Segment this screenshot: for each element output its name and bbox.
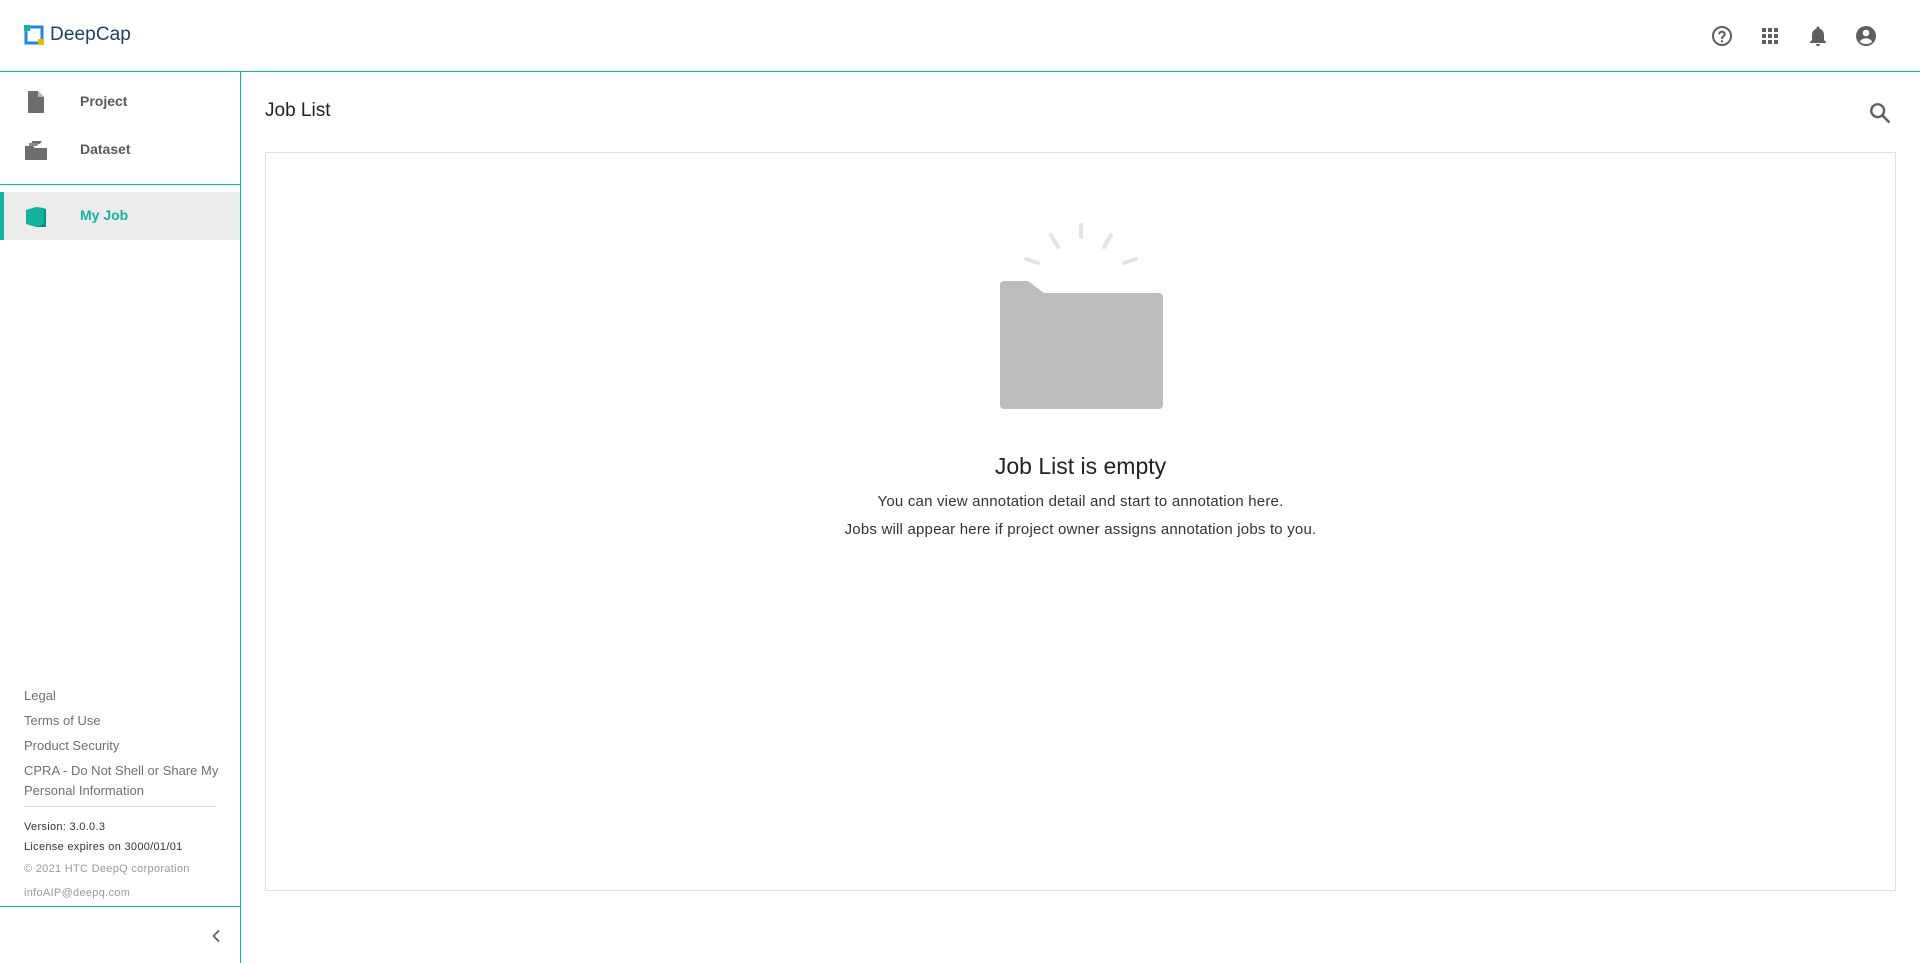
sidebar-item-label: My Job [80, 207, 129, 223]
sidebar-item-dataset[interactable]: Dataset [0, 126, 240, 174]
help-button[interactable] [1708, 22, 1736, 50]
empty-state-title: Job List is empty [994, 453, 1167, 479]
product-security-link[interactable]: Product Security [24, 736, 220, 756]
legal-link[interactable]: Legal [24, 686, 220, 706]
bell-icon [1810, 26, 1826, 46]
job-list-panel: Job List is empty You can view annotatio… [265, 152, 1896, 891]
sidebar-footer: Legal Terms of Use Product Security CPRA… [24, 686, 220, 905]
version-text: Version: 3.0.0.3 [24, 821, 106, 833]
search-icon [1870, 103, 1891, 124]
dataset-folder-icon [25, 141, 47, 160]
collapse-divider [0, 906, 240, 907]
apps-button[interactable] [1756, 22, 1784, 50]
empty-state-description: You can view annotation detail and start… [877, 493, 1284, 510]
account-icon [1856, 26, 1876, 46]
page-title: Job List [265, 100, 331, 121]
chevron-left-icon [212, 930, 220, 942]
app-name: DeepCap [50, 24, 131, 45]
account-button[interactable] [1852, 22, 1880, 50]
deepcap-logo-icon [24, 25, 44, 45]
sidebar-item-project[interactable]: Project [0, 78, 240, 126]
sidebar-item-label: Dataset [80, 141, 131, 157]
empty-state-hint: Jobs will appear here if project owner a… [844, 521, 1317, 538]
book-icon [26, 207, 46, 227]
help-icon [1712, 26, 1732, 46]
collapse-sidebar-button[interactable] [204, 924, 228, 948]
terms-of-use-link[interactable]: Terms of Use [24, 711, 220, 731]
notifications-button[interactable] [1804, 22, 1832, 50]
apps-grid-icon [1762, 28, 1778, 44]
active-indicator [0, 192, 4, 240]
app-logo[interactable]: DeepCap [24, 22, 131, 48]
top-app-bar: DeepCap [0, 0, 1920, 72]
file-icon [28, 91, 44, 113]
copyright-text: © 2021 HTC DeepQ corporation [24, 863, 190, 875]
contact-email: infoAIP@deepq.com [24, 887, 131, 899]
sidebar-divider [0, 184, 240, 185]
sidebar: Project Dataset My Job Legal Terms of Us… [0, 72, 241, 963]
footer-divider [24, 806, 216, 807]
license-text: License expires on 3000/01/01 [24, 841, 183, 853]
search-button[interactable] [1866, 99, 1894, 127]
cpra-link[interactable]: CPRA - Do Not Shell or Share My Personal… [24, 761, 220, 801]
sidebar-item-my-job[interactable]: My Job [0, 192, 240, 240]
sidebar-item-label: Project [80, 93, 128, 109]
empty-folder-icon [1000, 223, 1163, 409]
